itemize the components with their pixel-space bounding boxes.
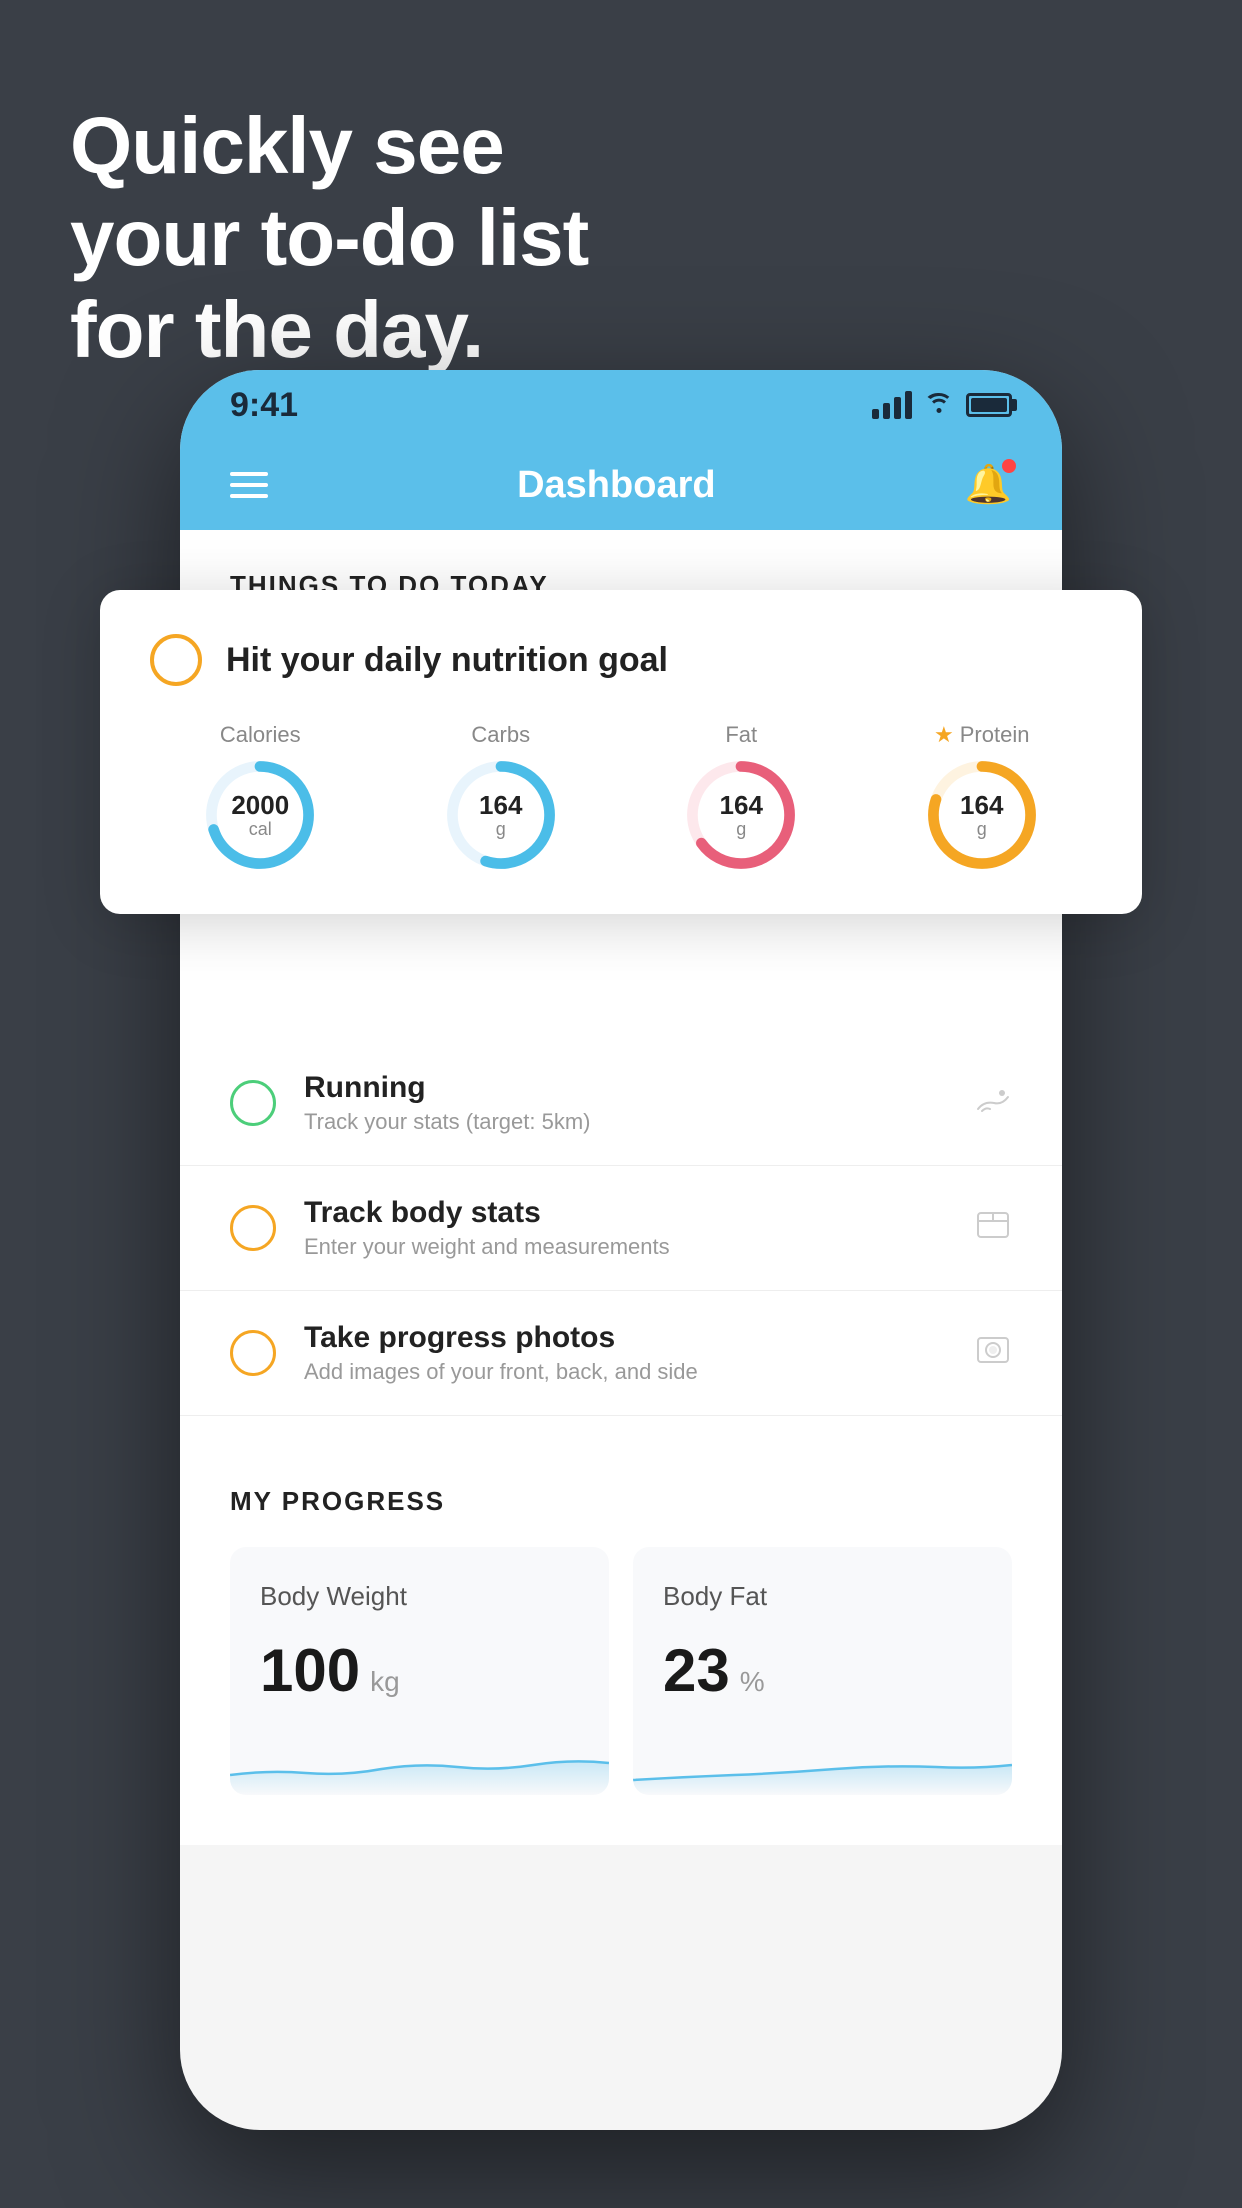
protein-label: ★ Protein (934, 722, 1029, 748)
hamburger-menu[interactable] (230, 472, 268, 498)
carbs-label: Carbs (471, 722, 530, 748)
list-item[interactable]: Take progress photos Add images of your … (180, 1291, 1062, 1416)
nav-bar: Dashboard 🔔 (180, 440, 1062, 530)
todo-text-bodystats: Track body stats Enter your weight and m… (304, 1196, 946, 1260)
headline-line1: Quickly see (70, 101, 504, 190)
progress-section: MY PROGRESS Body Weight 100 kg (180, 1436, 1062, 1845)
nutrition-item-protein: ★ Protein 164 g (872, 722, 1093, 870)
wifi-icon (924, 390, 954, 421)
body-fat-card: Body Fat 23 % (633, 1547, 1012, 1795)
star-icon: ★ (934, 722, 954, 748)
fat-number: 164 (720, 791, 763, 820)
task-circle (150, 634, 202, 686)
todo-title-photos: Take progress photos (304, 1321, 946, 1355)
todo-title-bodystats: Track body stats (304, 1196, 946, 1230)
todo-sub-photos: Add images of your front, back, and side (304, 1359, 946, 1385)
todo-sub-bodystats: Enter your weight and measurements (304, 1234, 946, 1260)
protein-unit: g (977, 818, 987, 838)
todo-circle-photos (230, 1330, 276, 1376)
nutrition-card: Hit your daily nutrition goal Calories 2… (100, 590, 1142, 914)
progress-section-title: MY PROGRESS (230, 1486, 1012, 1517)
todo-text-running: Running Track your stats (target: 5km) (304, 1071, 946, 1135)
battery-icon (966, 393, 1012, 417)
todo-list: Running Track your stats (target: 5km) T… (180, 1041, 1062, 1416)
list-item[interactable]: Running Track your stats (target: 5km) (180, 1041, 1062, 1166)
body-weight-chart (230, 1725, 609, 1795)
todo-circle-running (230, 1080, 276, 1126)
card-header: Hit your daily nutrition goal (150, 634, 1092, 686)
calories-unit: cal (249, 818, 272, 838)
todo-title-running: Running (304, 1071, 946, 1105)
protein-donut: 164 g (927, 760, 1037, 870)
nutrition-item-carbs: Carbs 164 g (391, 722, 612, 870)
carbs-donut: 164 g (446, 760, 556, 870)
calories-label: Calories (220, 722, 301, 748)
calories-number: 2000 (231, 791, 289, 820)
body-weight-label: Body Weight (260, 1581, 579, 1612)
nutrition-grid: Calories 2000 cal Carbs (150, 722, 1092, 870)
body-fat-value: 23 % (663, 1636, 982, 1705)
photo-icon (974, 1330, 1012, 1376)
headline-line3: for the day. (70, 285, 483, 374)
card-title: Hit your daily nutrition goal (226, 641, 668, 680)
headline-line2: your to-do list (70, 193, 588, 282)
fat-unit: g (736, 818, 746, 838)
body-fat-number: 23 (663, 1636, 730, 1705)
fat-donut: 164 g (686, 760, 796, 870)
status-icons (872, 390, 1012, 421)
body-weight-card: Body Weight 100 kg (230, 1547, 609, 1795)
nutrition-item-calories: Calories 2000 cal (150, 722, 371, 870)
todo-circle-bodystats (230, 1205, 276, 1251)
carbs-number: 164 (479, 791, 522, 820)
notification-bell[interactable]: 🔔 (965, 463, 1012, 507)
body-fat-label: Body Fat (663, 1581, 982, 1612)
progress-cards: Body Weight 100 kg (230, 1547, 1012, 1795)
calories-donut: 2000 cal (205, 760, 315, 870)
fat-label: Fat (725, 722, 757, 748)
list-item[interactable]: Track body stats Enter your weight and m… (180, 1166, 1062, 1291)
todo-text-photos: Take progress photos Add images of your … (304, 1321, 946, 1385)
running-icon (974, 1083, 1012, 1123)
nav-title: Dashboard (517, 464, 715, 507)
nutrition-item-fat: Fat 164 g (631, 722, 852, 870)
status-time: 9:41 (230, 386, 298, 425)
protein-number: 164 (960, 791, 1003, 820)
body-weight-unit: kg (370, 1666, 400, 1698)
carbs-unit: g (496, 818, 506, 838)
body-weight-number: 100 (260, 1636, 360, 1705)
notification-dot (1002, 459, 1016, 473)
body-fat-unit: % (740, 1666, 765, 1698)
headline-text: Quickly see your to-do list for the day. (70, 100, 588, 376)
todo-sub-running: Track your stats (target: 5km) (304, 1109, 946, 1135)
body-weight-value: 100 kg (260, 1636, 579, 1705)
scale-icon (974, 1205, 1012, 1251)
body-fat-chart (633, 1725, 1012, 1795)
status-bar: 9:41 (180, 370, 1062, 440)
signal-icon (872, 391, 912, 419)
